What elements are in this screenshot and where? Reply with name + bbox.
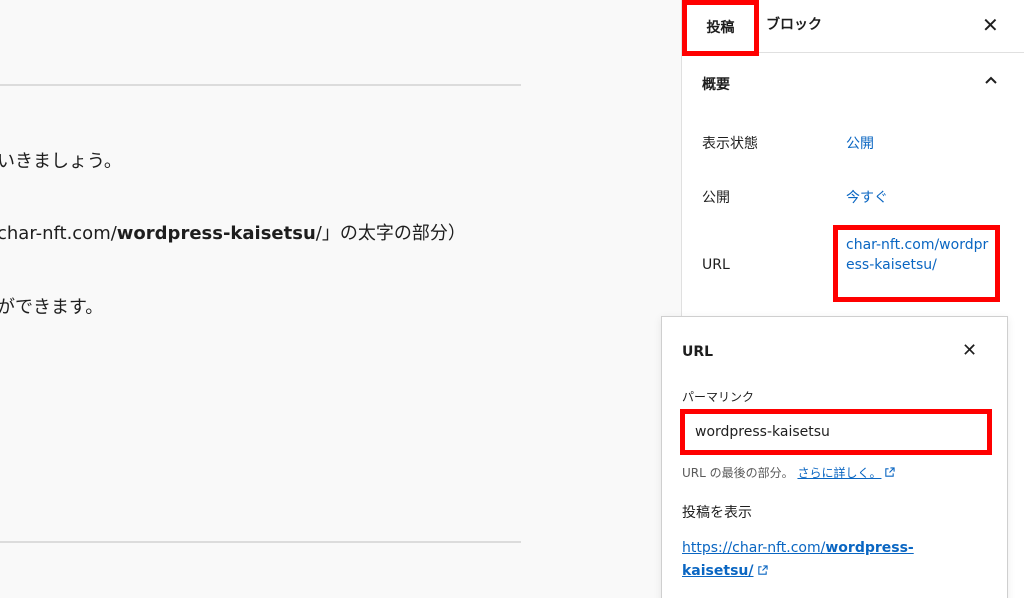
paragraph-line[interactable]: char-nft.com/wordpress-kaisetsu/」の太字の部分） <box>0 219 466 245</box>
view-post-label: 投稿を表示 <box>682 505 752 521</box>
close-icon[interactable]: ✕ <box>962 342 977 360</box>
bold-text: wordpress-kaisetsu <box>116 223 316 244</box>
publish-label: 公開 <box>702 190 730 206</box>
tab-block[interactable]: ブロック <box>766 0 822 53</box>
url-label: URL <box>702 257 730 273</box>
view-post-link[interactable]: https://char-nft.com/wordpress-kaisetsu/ <box>682 537 972 583</box>
url-link[interactable]: char-nft.com/wordpress-kaisetsu/ <box>846 235 996 275</box>
help-text: URL の最後の部分。 さらに詳しく。 <box>682 464 896 481</box>
close-icon[interactable]: ✕ <box>982 15 999 35</box>
publish-date-link[interactable]: 今すぐ <box>846 187 888 207</box>
sidebar-tabs: 投稿 ブロック ✕ <box>682 0 1024 56</box>
learn-more-link[interactable]: さらに詳しく。 <box>797 466 881 480</box>
permalink-label: パーマリンク <box>682 390 755 404</box>
divider <box>0 541 521 543</box>
url-popover: URL ✕ パーマリンク URL の最後の部分。 さらに詳しく。 投稿を表示 h… <box>661 316 1008 598</box>
panel-title-summary[interactable]: 概要 <box>702 74 730 94</box>
visibility-label: 表示状態 <box>702 136 758 152</box>
external-link-icon <box>885 467 896 477</box>
paragraph-line[interactable]: ができます。 <box>0 293 103 319</box>
chevron-up-icon[interactable] <box>983 72 999 88</box>
help-text-label: URL の最後の部分。 <box>682 466 794 480</box>
permalink-input[interactable] <box>680 409 992 455</box>
divider <box>0 84 521 86</box>
tab-post[interactable]: 投稿 <box>682 0 759 56</box>
paragraph-line[interactable]: いきましょう。 <box>0 147 122 173</box>
visibility-link[interactable]: 公開 <box>846 133 874 153</box>
url-prefix: https://char-nft.com/ <box>682 540 826 556</box>
external-link-icon <box>757 565 768 575</box>
popover-title: URL <box>682 344 714 360</box>
editor-canvas: いきましょう。 char-nft.com/wordpress-kaisetsu/… <box>0 0 681 598</box>
text-segment: /」の太字の部分） <box>315 223 466 244</box>
text-segment: char-nft.com/ <box>0 223 117 244</box>
